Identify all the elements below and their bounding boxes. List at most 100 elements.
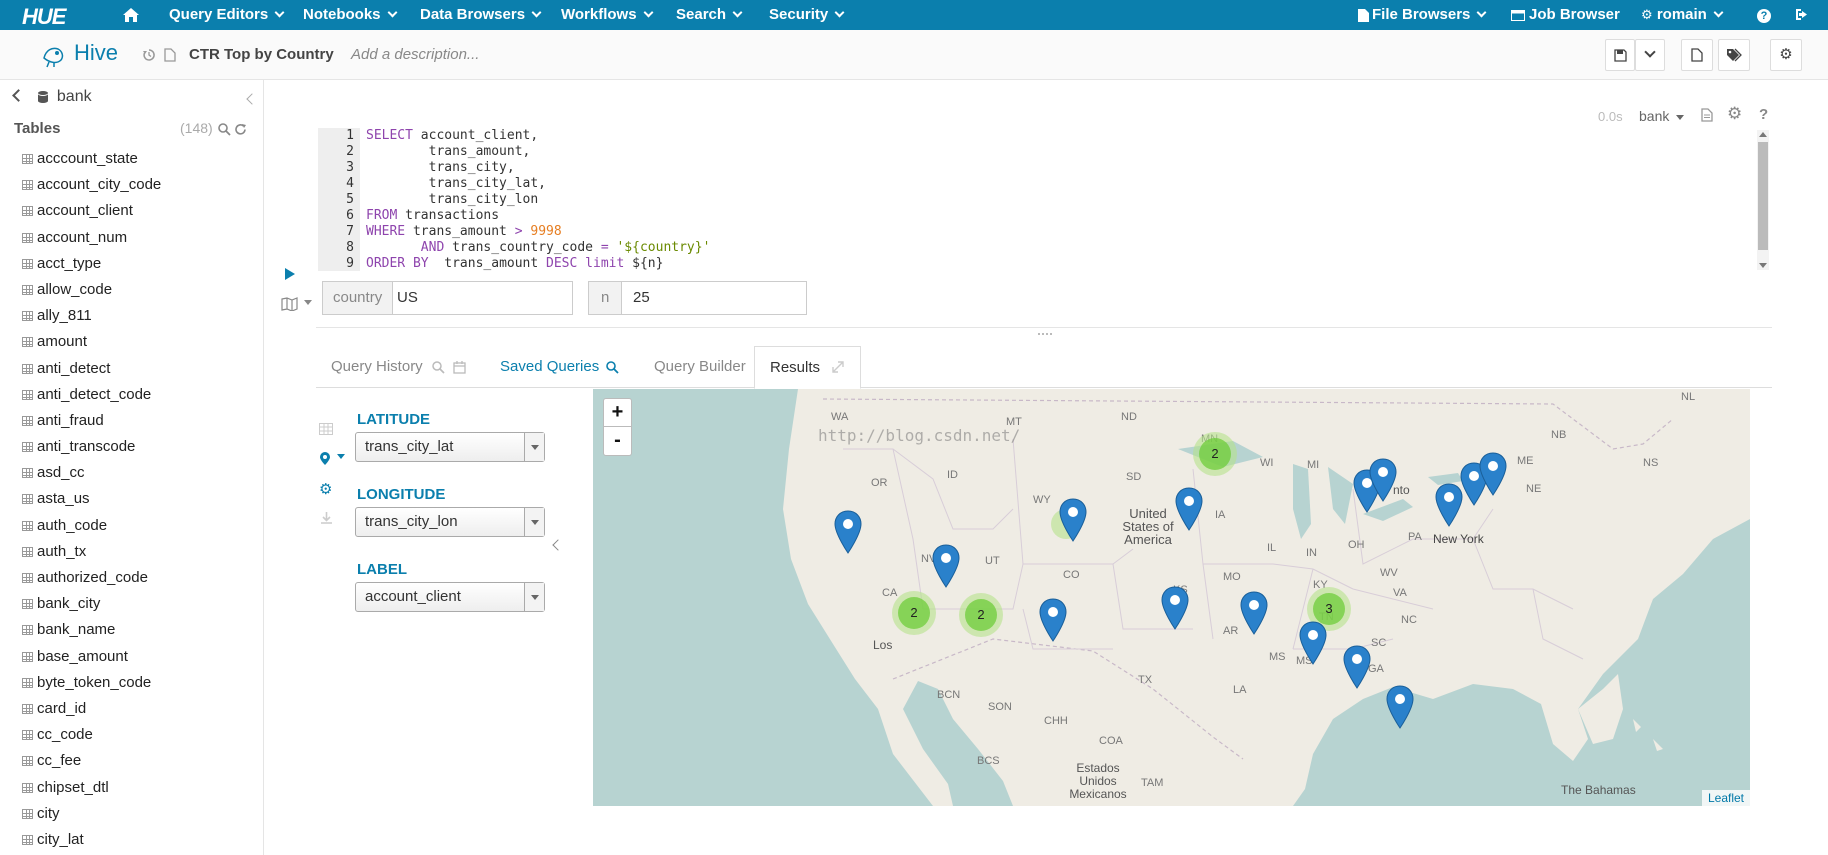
table-item[interactable]: acct_type bbox=[20, 251, 260, 277]
table-item[interactable]: base_amount bbox=[20, 644, 260, 670]
tab-query-history[interactable]: Query History bbox=[331, 346, 423, 388]
menu-notebooks[interactable]: Notebooks bbox=[303, 0, 397, 30]
menu-query-editors[interactable]: Query Editors bbox=[169, 0, 285, 30]
table-item[interactable]: acccount_state bbox=[20, 146, 260, 172]
resize-handle[interactable] bbox=[1038, 333, 1052, 336]
menu-workflows[interactable]: Workflows bbox=[561, 0, 654, 30]
map-marker-icon[interactable] bbox=[1386, 685, 1414, 729]
map-marker-icon[interactable] bbox=[1161, 586, 1189, 630]
table-item[interactable]: amount bbox=[20, 329, 260, 355]
table-item[interactable]: anti_transcode bbox=[20, 434, 260, 460]
menu-user[interactable]: ⚙ romain bbox=[1641, 0, 1724, 30]
file-text-icon[interactable] bbox=[1701, 108, 1713, 122]
hue-logo[interactable]: HUE bbox=[22, 4, 66, 30]
query-description-field[interactable]: Add a description... bbox=[351, 46, 479, 63]
table-item[interactable]: bank_city bbox=[20, 591, 260, 617]
zoom-in-button[interactable]: + bbox=[603, 398, 632, 427]
sql-editor[interactable]: 1 2 3 4 5 6 7 8 9 SELECT account_client,… bbox=[318, 128, 1754, 271]
save-button[interactable] bbox=[1605, 39, 1635, 71]
table-item[interactable]: cc_code bbox=[20, 722, 260, 748]
table-item[interactable]: ally_811 bbox=[20, 303, 260, 329]
menu-security[interactable]: Security bbox=[769, 0, 845, 30]
table-item[interactable]: auth_code bbox=[20, 513, 260, 539]
settings-cogs-button[interactable]: ⚙ bbox=[1770, 39, 1802, 71]
table-item[interactable]: chipset_dtl bbox=[20, 775, 260, 801]
table-item[interactable]: anti_fraud bbox=[20, 408, 260, 434]
table-item[interactable]: asd_cc bbox=[20, 460, 260, 486]
logout-icon[interactable] bbox=[1795, 0, 1809, 30]
help-icon[interactable]: ? bbox=[1757, 0, 1771, 30]
collapse-panel-icon[interactable] bbox=[246, 93, 258, 105]
refresh-icon[interactable] bbox=[234, 123, 247, 136]
results-map[interactable]: http://blog.csdn.net/ + - WA MT ND MN NL… bbox=[593, 389, 1750, 806]
table-item[interactable]: bank_name bbox=[20, 617, 260, 643]
country-param-input[interactable]: US bbox=[389, 282, 418, 314]
database-breadcrumb[interactable]: bank bbox=[12, 88, 92, 106]
marker-cluster[interactable]: 2 bbox=[1193, 432, 1237, 476]
map-marker-icon[interactable] bbox=[1435, 483, 1463, 527]
search-icon[interactable] bbox=[218, 123, 231, 136]
help-icon[interactable]: ? bbox=[1759, 106, 1768, 123]
history-icon[interactable] bbox=[142, 48, 156, 62]
n-param-input[interactable]: 25 bbox=[625, 282, 650, 314]
map-marker-icon[interactable] bbox=[1343, 645, 1371, 689]
table-item[interactable]: card_id bbox=[20, 696, 260, 722]
back-chevron-icon[interactable] bbox=[12, 89, 25, 102]
map-marker-icon[interactable] bbox=[1039, 598, 1067, 642]
table-item[interactable]: allow_code bbox=[20, 277, 260, 303]
table-item[interactable]: account_num bbox=[20, 225, 260, 251]
longitude-select[interactable]: trans_city_lon bbox=[355, 507, 545, 537]
marker-cluster[interactable]: 2 bbox=[892, 591, 936, 635]
database-selector[interactable]: bank bbox=[1639, 108, 1685, 124]
save-options-dropdown[interactable] bbox=[1635, 39, 1665, 71]
map-marker-icon[interactable] bbox=[1240, 591, 1268, 635]
table-item[interactable]: byte_token_code bbox=[20, 670, 260, 696]
map-marker-icon[interactable] bbox=[1175, 487, 1203, 531]
tags-button[interactable] bbox=[1718, 39, 1750, 71]
marker-cluster[interactable]: 2 bbox=[959, 593, 1003, 637]
menu-search[interactable]: Search bbox=[676, 0, 743, 30]
play-icon[interactable] bbox=[285, 268, 295, 280]
gear-icon[interactable]: ⚙ bbox=[1727, 104, 1742, 124]
tab-saved-queries[interactable]: Saved Queries bbox=[500, 346, 599, 388]
new-document-button[interactable] bbox=[1681, 39, 1713, 71]
table-item[interactable]: account_client bbox=[20, 198, 260, 224]
table-item[interactable]: auth_tx bbox=[20, 539, 260, 565]
table-item[interactable]: anti_detect_code bbox=[20, 382, 260, 408]
search-icon[interactable] bbox=[432, 361, 445, 374]
collapse-settings-icon[interactable] bbox=[552, 539, 564, 551]
table-item[interactable]: city_lat bbox=[20, 827, 260, 853]
table-item[interactable]: city bbox=[20, 801, 260, 827]
map-marker-icon[interactable] bbox=[1479, 452, 1507, 496]
search-icon[interactable] bbox=[606, 361, 619, 374]
map-marker-icon[interactable] bbox=[932, 544, 960, 588]
table-item[interactable]: cc_fee bbox=[20, 748, 260, 774]
download-icon[interactable] bbox=[320, 512, 333, 525]
tab-query-builder[interactable]: Query Builder bbox=[654, 346, 746, 388]
map-pin-dropdown[interactable] bbox=[320, 452, 346, 470]
map-marker-icon[interactable] bbox=[834, 510, 862, 554]
map-settings-dropdown[interactable] bbox=[281, 297, 313, 316]
editor-scrollbar[interactable] bbox=[1757, 130, 1769, 270]
map-marker-icon[interactable] bbox=[1369, 458, 1397, 502]
latitude-select[interactable]: trans_city_lat bbox=[355, 432, 545, 462]
leaflet-attribution[interactable]: Leaflet bbox=[1701, 790, 1750, 806]
zoom-out-button[interactable]: - bbox=[603, 427, 632, 456]
expand-icon[interactable] bbox=[832, 361, 844, 373]
table-item[interactable]: authorized_code bbox=[20, 565, 260, 591]
menu-file-browsers[interactable]: File Browsers bbox=[1358, 0, 1487, 30]
menu-job-browser[interactable]: Job Browser bbox=[1511, 0, 1620, 30]
table-item[interactable]: anti_detect bbox=[20, 356, 260, 382]
menu-data-browsers[interactable]: Data Browsers bbox=[420, 0, 542, 30]
map-marker-icon[interactable] bbox=[1059, 498, 1087, 542]
query-name[interactable]: CTR Top by Country bbox=[189, 46, 334, 63]
tab-results[interactable]: Results bbox=[754, 346, 861, 389]
home-icon[interactable] bbox=[122, 0, 140, 30]
table-item[interactable]: asta_us bbox=[20, 486, 260, 512]
calendar-icon[interactable] bbox=[453, 361, 466, 374]
label-select[interactable]: account_client bbox=[355, 582, 545, 612]
file-icon[interactable] bbox=[164, 48, 176, 62]
grid-icon[interactable] bbox=[319, 423, 333, 435]
gear-icon[interactable]: ⚙ bbox=[319, 480, 332, 498]
table-item[interactable]: account_city_code bbox=[20, 172, 260, 198]
